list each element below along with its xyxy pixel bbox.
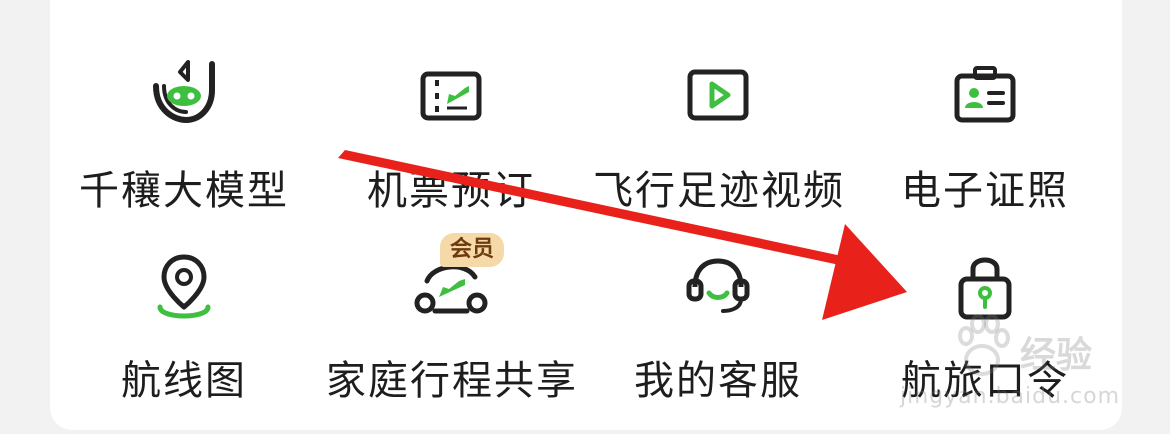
service-label: 机票预订 [367, 168, 535, 214]
service-label: 千穰大模型 [79, 168, 289, 214]
service-customer-service[interactable]: 我的客服 [593, 246, 843, 426]
id-card-icon [945, 56, 1025, 136]
service-route-map[interactable]: 航线图 [59, 246, 309, 426]
baidu-paw-watermark-icon [952, 312, 1012, 386]
watermark-text: 经验 [1020, 335, 1093, 376]
headset-icon [678, 246, 758, 326]
service-ai-model[interactable]: 千穰大模型 [59, 40, 309, 220]
service-label: 我的客服 [634, 358, 802, 404]
member-badge: 会员 [440, 233, 505, 267]
service-e-certificate[interactable]: 电子证照 [860, 40, 1110, 220]
service-label: 飞行足迹视频 [593, 168, 845, 214]
service-flight-ticket[interactable]: 机票预订 [326, 40, 576, 220]
flight-ticket-icon [411, 56, 491, 136]
service-label: 航线图 [121, 358, 247, 404]
ai-model-icon [144, 48, 224, 128]
service-label: 电子证照 [901, 168, 1069, 214]
service-label: 家庭行程共享 [326, 358, 578, 404]
video-play-icon [678, 56, 758, 136]
location-pin-icon [144, 246, 224, 326]
watermark-url: jingyan.baidu.com [900, 384, 1121, 409]
service-flight-video[interactable]: 飞行足迹视频 [593, 40, 843, 220]
service-family-trip[interactable]: 家庭行程共享 [326, 246, 576, 426]
